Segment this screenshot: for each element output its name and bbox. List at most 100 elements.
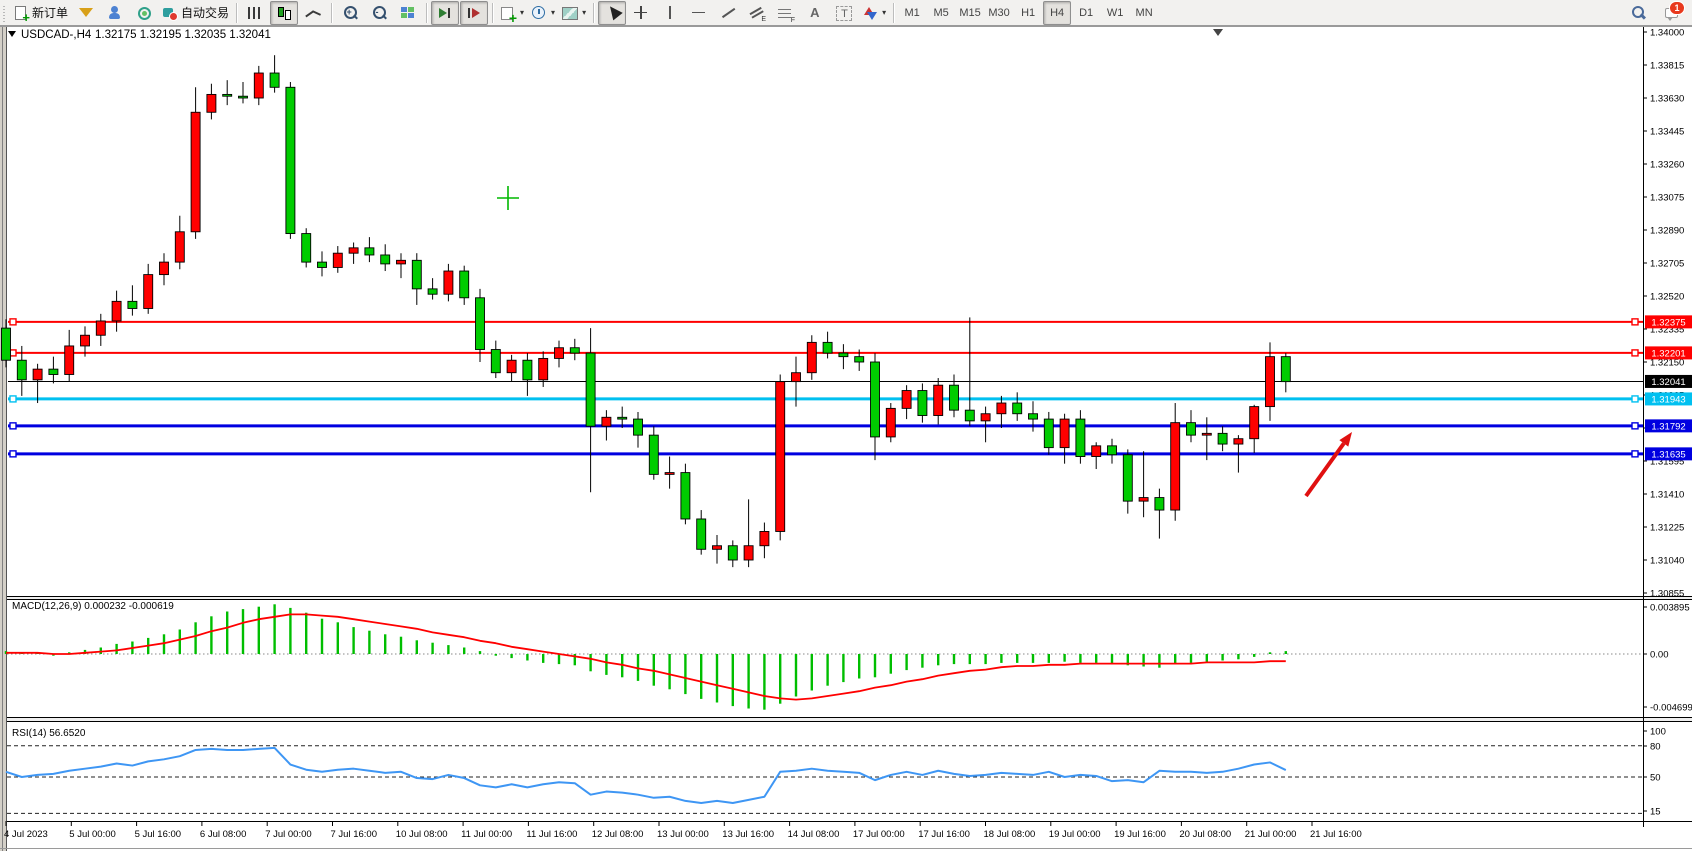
- arrows-button[interactable]: ▾: [859, 1, 889, 25]
- new-order-button[interactable]: 新订单: [10, 1, 71, 25]
- timeframe-h1-button[interactable]: H1: [1014, 1, 1042, 25]
- trendline-button[interactable]: [714, 1, 742, 25]
- candle-body: [507, 360, 516, 372]
- candle-body: [649, 435, 658, 474]
- search-button[interactable]: [1624, 1, 1652, 25]
- candle-body: [1250, 407, 1259, 439]
- candle-body: [555, 348, 564, 359]
- autotrading-button[interactable]: 自动交易: [159, 1, 232, 25]
- bar-chart-button[interactable]: [241, 1, 269, 25]
- line-handle[interactable]: [10, 423, 16, 429]
- button-label: W1: [1107, 7, 1124, 19]
- candle-body: [365, 248, 374, 255]
- button-label: M1: [904, 7, 919, 19]
- line-handle[interactable]: [1632, 396, 1638, 402]
- crosshair-icon: [633, 5, 649, 21]
- button-label: 新订单: [32, 4, 68, 21]
- rsi-axis-label: 15: [1650, 807, 1661, 818]
- time-axis-label: 20 Jul 08:00: [1179, 829, 1231, 840]
- time-axis-label: 11 Jul 16:00: [526, 829, 577, 840]
- vline-icon: [662, 5, 678, 21]
- hline-button[interactable]: [685, 1, 713, 25]
- crosshair-button[interactable]: [627, 1, 655, 25]
- templates-button[interactable]: ▾: [559, 1, 589, 25]
- chart-window: 1.340001.338151.336301.334451.332601.330…: [0, 0, 1692, 851]
- candle-body: [1187, 423, 1196, 435]
- timeframe-w1-button[interactable]: W1: [1101, 1, 1129, 25]
- candle-body: [855, 357, 864, 362]
- auto-scroll-button[interactable]: [431, 1, 459, 25]
- line-handle[interactable]: [1632, 350, 1638, 356]
- macd-axis-label: 0.003895: [1650, 603, 1690, 614]
- cursor-icon: [604, 5, 620, 21]
- indicators-button[interactable]: ▾: [497, 1, 527, 25]
- chevron-down-icon: ▾: [551, 8, 555, 17]
- notifications-button[interactable]: 1: [1658, 1, 1686, 25]
- fibonacci-button[interactable]: [772, 1, 800, 25]
- timeframe-m5-button[interactable]: M5: [927, 1, 955, 25]
- zoom-out-button[interactable]: -: [365, 1, 393, 25]
- line-chart-icon: [305, 5, 321, 21]
- toolbar-separator: [593, 3, 594, 23]
- line-handle[interactable]: [10, 396, 16, 402]
- fibonacci-icon: [778, 5, 794, 21]
- candle-body: [1171, 423, 1180, 510]
- text-label-button[interactable]: [830, 1, 858, 25]
- time-axis-label: 12 Jul 08:00: [592, 829, 644, 840]
- toolbar-separator: [426, 3, 427, 23]
- bar-chart-icon: [247, 5, 263, 21]
- tile-windows-button[interactable]: [394, 1, 422, 25]
- line-handle[interactable]: [1632, 319, 1638, 325]
- timeframe-m30-button[interactable]: M30: [985, 1, 1013, 25]
- signals-button[interactable]: [130, 1, 158, 25]
- candle-body: [634, 419, 643, 435]
- candle-chart-button[interactable]: [270, 1, 298, 25]
- chevron-down-icon: ▾: [882, 8, 886, 17]
- time-axis-label: 7 Jul 00:00: [265, 829, 311, 840]
- zoom-out-icon: -: [371, 5, 387, 21]
- vline-button[interactable]: [656, 1, 684, 25]
- candle-body: [1060, 419, 1069, 448]
- line-handle[interactable]: [10, 451, 16, 457]
- cursor-button[interactable]: [598, 1, 626, 25]
- channel-button[interactable]: [743, 1, 771, 25]
- market-watch-button[interactable]: [72, 1, 100, 25]
- price-tick-label: 1.33075: [1650, 193, 1684, 204]
- candle-body: [1202, 433, 1211, 435]
- toolbar-separator: [331, 3, 332, 23]
- zoom-sign: -: [376, 7, 379, 17]
- line-chart-button[interactable]: [299, 1, 327, 25]
- price-tick-label: 1.34000: [1650, 28, 1684, 39]
- timeframe-m1-button[interactable]: M1: [898, 1, 926, 25]
- timeframe-mn-button[interactable]: MN: [1130, 1, 1158, 25]
- candle-body: [33, 369, 42, 380]
- candle-body: [1013, 403, 1022, 414]
- line-handle[interactable]: [1632, 451, 1638, 457]
- text-icon: [807, 5, 823, 21]
- line-handle[interactable]: [1632, 423, 1638, 429]
- candle-body: [570, 348, 579, 353]
- zoom-in-button[interactable]: +: [336, 1, 364, 25]
- timeframe-h4-button[interactable]: H4: [1043, 1, 1071, 25]
- time-axis-label: 17 Jul 00:00: [853, 829, 905, 840]
- candle-body: [96, 321, 105, 335]
- timeframe-d1-button[interactable]: D1: [1072, 1, 1100, 25]
- candle-body: [270, 73, 279, 87]
- timeframe-m15-button[interactable]: M15: [956, 1, 984, 25]
- profile-button[interactable]: [101, 1, 129, 25]
- periods-button[interactable]: ▾: [528, 1, 558, 25]
- time-axis-label: 13 Jul 16:00: [722, 829, 774, 840]
- button-label: 自动交易: [181, 4, 229, 21]
- hline-icon: [691, 5, 707, 21]
- chart-title-ohlc: 1.32175 1.32195 1.32035 1.32041: [95, 29, 271, 41]
- price-badge-label: 1.32375: [1651, 317, 1685, 328]
- candle-body: [602, 417, 611, 426]
- price-tick-label: 1.33815: [1650, 61, 1684, 72]
- chart-shift-button[interactable]: [460, 1, 488, 25]
- line-handle[interactable]: [10, 319, 16, 325]
- candle-body: [792, 373, 801, 382]
- candle-body: [17, 360, 26, 380]
- text-button[interactable]: [801, 1, 829, 25]
- time-axis-label: 21 Jul 16:00: [1310, 829, 1362, 840]
- price-tick-label: 1.31225: [1650, 523, 1684, 534]
